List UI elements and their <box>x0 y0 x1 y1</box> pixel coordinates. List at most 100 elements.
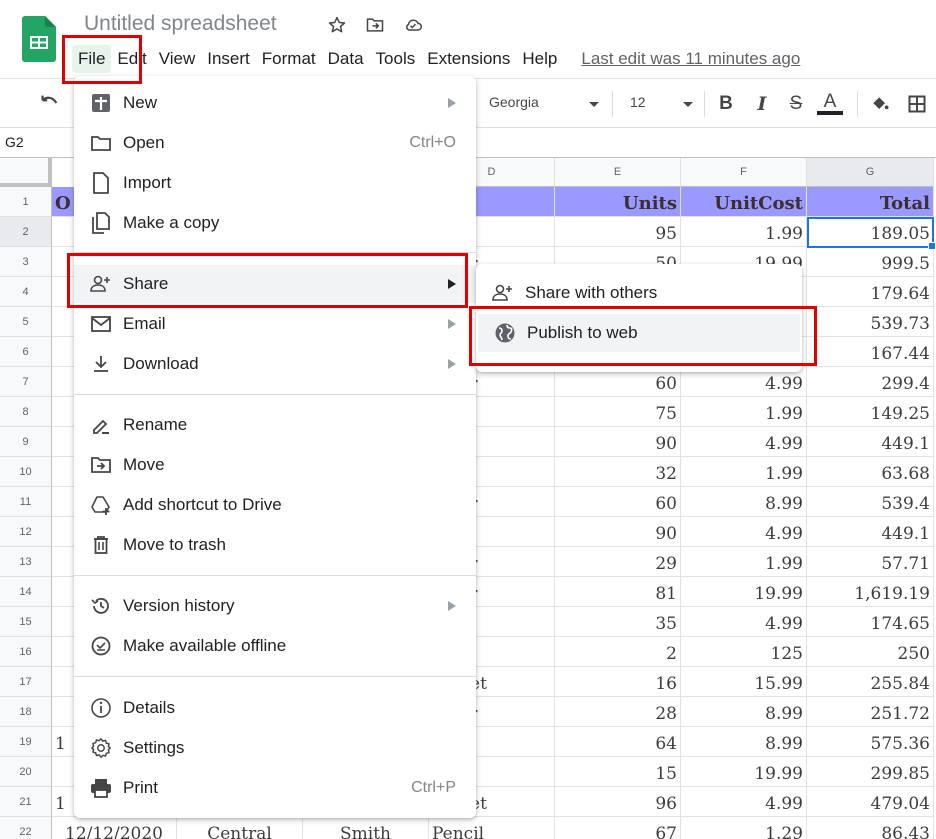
table-cell[interactable]: 2 <box>555 637 681 667</box>
bold-button[interactable]: B <box>714 91 738 117</box>
column-header-g[interactable]: G <box>807 158 934 187</box>
table-cell[interactable]: 449.1 <box>807 427 934 457</box>
header-cell[interactable]: Total <box>807 187 934 217</box>
table-cell[interactable]: 8.99 <box>681 727 807 757</box>
menu-item-email[interactable]: Email <box>74 305 476 343</box>
table-cell[interactable]: 449.1 <box>807 517 934 547</box>
table-cell[interactable]: 255.84 <box>807 667 934 697</box>
row-header[interactable]: 13 <box>0 547 52 577</box>
move-folder-icon[interactable] <box>364 14 386 36</box>
table-cell[interactable]: 35 <box>555 607 681 637</box>
header-cell[interactable]: Units <box>555 187 681 217</box>
table-cell[interactable]: 8.99 <box>681 697 807 727</box>
row-header[interactable]: 5 <box>0 307 52 337</box>
table-cell[interactable]: 1.29 <box>681 817 807 839</box>
table-cell[interactable]: 28 <box>555 697 681 727</box>
table-cell[interactable]: 29 <box>555 547 681 577</box>
table-cell[interactable]: 539.4 <box>807 487 934 517</box>
table-cell[interactable]: 575.36 <box>807 727 934 757</box>
menu-item-make-copy[interactable]: Make a copy <box>74 204 476 242</box>
sheets-logo[interactable] <box>22 16 56 62</box>
table-cell[interactable]: 189.05 <box>807 217 934 247</box>
row-header[interactable]: 18 <box>0 697 52 727</box>
row-header[interactable]: 2 <box>0 217 52 247</box>
submenu-item-share-with-others[interactable]: Share with others <box>476 274 802 312</box>
row-header[interactable]: 16 <box>0 637 52 667</box>
submenu-item-publish-to-web[interactable]: Publish to web <box>478 314 800 352</box>
row-header[interactable]: 7 <box>0 367 52 397</box>
table-cell[interactable]: 1.99 <box>681 457 807 487</box>
menu-item-add-shortcut[interactable]: Add shortcut to Drive <box>74 486 476 524</box>
table-cell[interactable]: 4.99 <box>681 607 807 637</box>
table-cell[interactable]: 999.5 <box>807 247 934 277</box>
menu-item-move[interactable]: Move <box>74 446 476 484</box>
name-box[interactable]: G2 <box>5 134 24 150</box>
table-cell[interactable]: 4.99 <box>681 427 807 457</box>
menu-item-share[interactable]: Share <box>74 265 476 303</box>
table-cell[interactable]: 81 <box>555 577 681 607</box>
menu-item-print[interactable]: Print Ctrl+P <box>74 769 476 807</box>
table-cell[interactable]: 67 <box>555 817 681 839</box>
table-cell[interactable]: 75 <box>555 397 681 427</box>
text-color-button[interactable]: A <box>817 91 843 117</box>
table-cell[interactable]: 1.99 <box>681 217 807 247</box>
menu-item-open[interactable]: Open Ctrl+O <box>74 124 476 162</box>
menu-item-settings[interactable]: Settings <box>74 729 476 767</box>
table-cell[interactable]: 8.99 <box>681 487 807 517</box>
row-header[interactable]: 19 <box>0 727 52 757</box>
table-cell[interactable]: 63.68 <box>807 457 934 487</box>
table-cell[interactable]: 90 <box>555 427 681 457</box>
table-cell[interactable]: 251.72 <box>807 697 934 727</box>
font-family-select[interactable]: Georgia <box>489 94 601 110</box>
strikethrough-button[interactable]: S <box>784 91 808 117</box>
last-edit-link[interactable]: Last edit was 11 minutes ago <box>581 49 800 69</box>
table-cell[interactable]: 125 <box>681 637 807 667</box>
table-cell[interactable]: 179.64 <box>807 277 934 307</box>
italic-button[interactable]: I <box>750 91 774 117</box>
table-cell[interactable]: 19.99 <box>681 757 807 787</box>
menu-item-version-history[interactable]: Version history <box>74 587 476 625</box>
table-cell[interactable]: 19.99 <box>681 577 807 607</box>
table-cell[interactable]: 57.71 <box>807 547 934 577</box>
table-cell[interactable]: 149.25 <box>807 397 934 427</box>
table-cell[interactable]: 4.99 <box>681 517 807 547</box>
table-cell[interactable]: 86.43 <box>807 817 934 839</box>
header-cell[interactable]: UnitCost <box>681 187 807 217</box>
table-cell[interactable]: 95 <box>555 217 681 247</box>
table-cell[interactable]: 4.99 <box>681 787 807 817</box>
table-cell[interactable]: 60 <box>555 487 681 517</box>
row-header[interactable]: 8 <box>0 397 52 427</box>
table-cell[interactable]: 250 <box>807 637 934 667</box>
menu-item-offline[interactable]: Make available offline <box>74 627 476 665</box>
table-cell[interactable]: 90 <box>555 517 681 547</box>
font-dropdown-caret-icon[interactable] <box>589 102 599 107</box>
row-header[interactable]: 9 <box>0 427 52 457</box>
table-cell[interactable]: 299.4 <box>807 367 934 397</box>
menu-help[interactable]: Help <box>516 45 563 73</box>
fill-color-icon[interactable] <box>868 91 892 117</box>
column-header-e[interactable]: E <box>555 158 681 187</box>
menu-item-download[interactable]: Download <box>74 345 476 383</box>
row-header[interactable]: 14 <box>0 577 52 607</box>
borders-icon[interactable] <box>905 91 929 117</box>
document-title[interactable]: Untitled spreadsheet <box>84 12 277 36</box>
star-icon[interactable] <box>326 14 348 36</box>
menu-extensions[interactable]: Extensions <box>421 45 516 73</box>
row-header[interactable]: 20 <box>0 757 52 787</box>
menu-view[interactable]: View <box>153 45 202 73</box>
menu-data[interactable]: Data <box>322 45 370 73</box>
fill-handle[interactable] <box>928 242 936 250</box>
row-header[interactable]: 12 <box>0 517 52 547</box>
menu-insert[interactable]: Insert <box>201 45 256 73</box>
table-cell[interactable]: 539.73 <box>807 307 934 337</box>
menu-item-details[interactable]: Details <box>74 689 476 727</box>
menu-format[interactable]: Format <box>256 45 322 73</box>
table-cell[interactable]: 96 <box>555 787 681 817</box>
menu-tools[interactable]: Tools <box>370 45 422 73</box>
undo-icon[interactable] <box>38 92 60 114</box>
row-header[interactable]: 22 <box>0 817 52 839</box>
row-header[interactable]: 4 <box>0 277 52 307</box>
table-cell[interactable]: 167.44 <box>807 337 934 367</box>
table-cell[interactable]: Smith <box>303 817 429 839</box>
menu-edit[interactable]: Edit <box>111 45 152 73</box>
